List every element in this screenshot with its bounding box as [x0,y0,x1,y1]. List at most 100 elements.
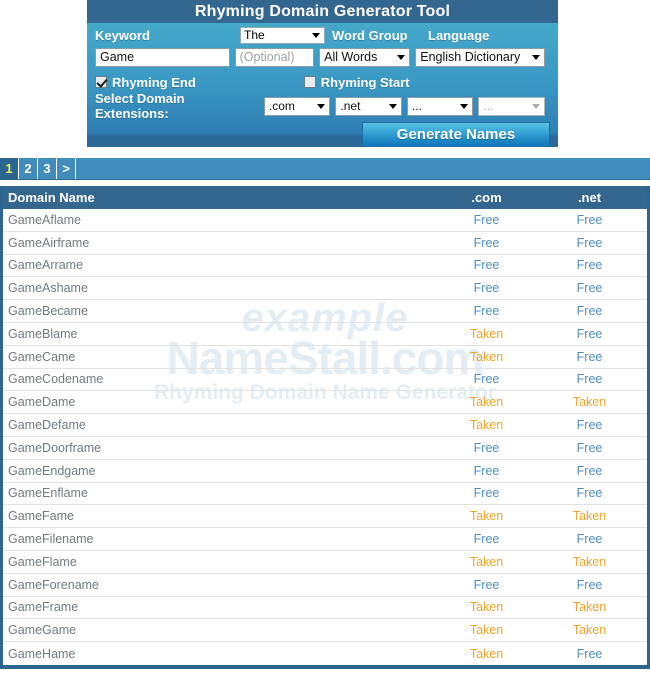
cell-com-status[interactable]: Free [435,372,538,386]
cell-com-status[interactable]: Free [435,486,538,500]
status-badge: Taken [572,509,607,524]
table-row[interactable]: GameFrame Taken Taken [3,597,647,620]
cell-net-status[interactable]: Free [538,304,641,318]
table-row[interactable]: GameCame Taken Free [3,346,647,369]
chevron-down-icon [532,55,540,60]
table-row[interactable]: GameCodename Free Free [3,369,647,392]
cell-net-status[interactable]: Taken [538,623,641,637]
cell-net-status[interactable]: Free [538,213,641,227]
status-badge: Taken [469,349,504,364]
status-badge: Taken [469,326,504,341]
cell-net-status[interactable]: Free [538,236,641,250]
cell-com-status[interactable]: Free [435,281,538,295]
status-badge: Free [473,304,500,319]
cell-com-status[interactable]: Taken [435,509,538,523]
cell-com-status[interactable]: Taken [435,555,538,569]
cell-com-status[interactable]: Free [435,258,538,272]
form-labels-row: Keyword The Word Group Language [95,26,550,44]
table-row[interactable]: GameFilename Free Free [3,528,647,551]
keyword-input[interactable]: Game [95,47,230,67]
cell-net-status[interactable]: Free [538,327,641,341]
cell-net-status[interactable]: Taken [538,509,641,523]
cell-com-status[interactable]: Taken [435,418,538,432]
pagination-page-1[interactable]: 1 [0,158,19,179]
table-row[interactable]: GameEndgame Free Free [3,460,647,483]
word-group-select[interactable]: All Words [319,47,411,67]
cell-net-status[interactable]: Free [538,281,641,295]
optional-input[interactable]: (Optional) [234,47,315,67]
cell-domain-name: GameFrame [8,600,79,615]
header-com: .com [471,190,502,205]
cell-com-status[interactable]: Free [435,304,538,318]
cell-net-status[interactable]: Free [538,258,641,272]
status-badge: Taken [469,623,504,638]
table-body: GameAflame Free Free GameAirframe Free Free Ga… [3,209,647,665]
table-row[interactable]: GameBlame Taken Free [3,323,647,346]
extension-select-3[interactable]: ... [406,96,474,116]
cell-net-status[interactable]: Free [538,578,641,592]
cell-net-status[interactable]: Taken [538,555,641,569]
status-badge: Free [473,577,500,592]
cell-com-status[interactable]: Taken [435,327,538,341]
status-badge: Taken [572,395,607,410]
generate-names-button[interactable]: Generate Names [362,122,550,147]
cell-com-status[interactable]: Taken [435,395,538,409]
cell-com-status[interactable]: Free [435,213,538,227]
table-row[interactable]: GameEnflame Free Free [3,483,647,506]
cell-domain-name: GameAflame [8,212,81,227]
cell-com-status[interactable]: Taken [435,623,538,637]
status-badge: Free [576,349,603,364]
cell-net-status[interactable]: Free [538,418,641,432]
cell-net-status[interactable]: Free [538,464,641,478]
cell-net-status[interactable]: Taken [538,600,641,614]
status-badge: Taken [469,600,504,615]
table-row[interactable]: GameDoorframe Free Free [3,437,647,460]
status-badge: Taken [469,418,504,433]
cell-domain-name: GameDefame [8,418,86,433]
cell-net-status[interactable]: Free [538,486,641,500]
chevron-down-icon [317,104,326,109]
table-row[interactable]: GameHame Taken Free [3,642,647,665]
language-select[interactable]: English Dictionary [415,47,545,67]
extension-select-2[interactable]: .net [335,96,402,116]
cell-com-status[interactable]: Free [435,441,538,455]
cell-net-status[interactable]: Free [538,647,641,661]
table-row[interactable]: GameAshame Free Free [3,277,647,301]
pagination-page-2[interactable]: 2 [19,158,38,179]
table-row[interactable]: GameAirframe Free Free [3,232,647,255]
table-row[interactable]: GameAflame Free Free [3,209,647,232]
rhyming-start-checkbox[interactable] [303,76,316,88]
prefix-word-select[interactable]: The [240,26,325,44]
cell-net-status[interactable]: Taken [538,395,641,409]
cell-net-status[interactable]: Free [538,372,641,386]
table-row[interactable]: GameDefame Taken Free [3,414,647,437]
cell-com-status[interactable]: Taken [435,600,538,614]
cell-net-status[interactable]: Free [538,532,641,546]
table-row[interactable]: GameBecame Free Free [3,300,647,323]
table-row[interactable]: GameFame Taken Taken [3,505,647,529]
pagination-page-next[interactable]: > [57,158,76,179]
table-row[interactable]: GameFlame Taken Taken [3,551,647,574]
status-badge: Free [473,372,500,387]
cell-com-status[interactable]: Free [435,236,538,250]
prefix-word-value: The [244,27,265,42]
extension-select-1[interactable]: .com [263,96,331,116]
cell-com-status[interactable]: Taken [435,647,538,661]
table-row[interactable]: GameGame Taken Taken [3,619,647,643]
rhyming-end-checkbox[interactable] [95,76,107,88]
cell-com-status[interactable]: Free [435,578,538,592]
table-row[interactable]: GameArrame Free Free [3,255,647,278]
table-row[interactable]: GameDame Taken Taken [3,391,647,415]
cell-domain-name: GameDame [8,395,76,410]
header-domain-name: Domain Name [8,190,95,205]
pagination-page-3[interactable]: 3 [38,158,57,179]
cell-com-status[interactable]: Free [435,464,538,478]
cell-com-status[interactable]: Taken [435,350,538,364]
table-row[interactable]: GameForename Free Free [3,574,647,597]
cell-net-status[interactable]: Free [538,441,641,455]
domain-extensions-row: Select Domain Extensions: .com .net ... … [95,91,550,121]
cell-domain-name: GameFlame [8,554,77,569]
rhyming-options-row: Rhyming End Rhyming Start [95,72,550,92]
cell-com-status[interactable]: Free [435,532,538,546]
cell-net-status[interactable]: Free [538,350,641,364]
